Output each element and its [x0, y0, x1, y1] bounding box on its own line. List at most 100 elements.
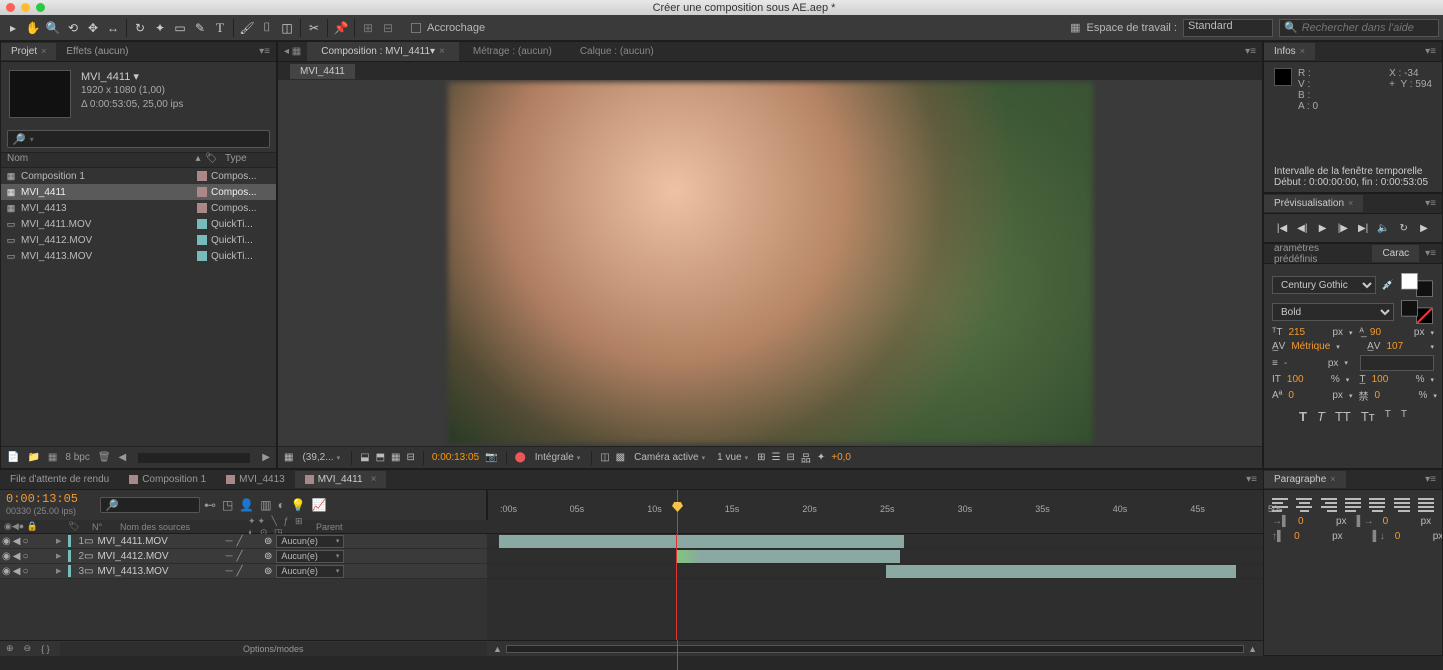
minimize-window-btn[interactable]: [21, 3, 30, 12]
hscale-input[interactable]: [1372, 374, 1410, 385]
col-source-name[interactable]: Nom des sources: [120, 522, 240, 532]
zoom-out-icon[interactable]: ▲: [1248, 644, 1257, 654]
active-comp-tab[interactable]: MVI_4411: [290, 64, 355, 79]
indent-left-input[interactable]: [1298, 516, 1326, 527]
align-right-btn[interactable]: [1321, 498, 1337, 512]
small-caps-btn[interactable]: Tᴛ: [1361, 409, 1375, 424]
prev-frame-btn[interactable]: ◀|: [1294, 220, 1310, 236]
res-full-icon[interactable]: ⬒: [376, 452, 385, 463]
space-before-input[interactable]: [1294, 531, 1322, 542]
twirl-icon[interactable]: ▶: [56, 552, 61, 560]
timeline-tab[interactable]: Composition 1: [119, 471, 216, 488]
play-btn[interactable]: ▶: [1315, 220, 1331, 236]
timecode-display[interactable]: 0:00:13:05: [432, 452, 479, 463]
bpc-toggle[interactable]: 8 bpc: [65, 452, 89, 463]
audio-toggle-icon[interactable]: ◀: [13, 536, 21, 547]
options-modes-toggle[interactable]: Options/modes: [60, 642, 487, 656]
project-search[interactable]: 🔎▾: [7, 130, 270, 148]
folder-icon[interactable]: 📁: [27, 452, 39, 463]
channel-icon[interactable]: ⬤: [515, 452, 526, 463]
solo-toggle-icon[interactable]: ○: [22, 551, 28, 562]
solo-toggle-icon[interactable]: ○: [22, 566, 28, 577]
video-toggle-icon[interactable]: ◉: [2, 566, 11, 577]
leading-input[interactable]: [1370, 327, 1408, 338]
twirl-icon[interactable]: ▶: [56, 567, 61, 575]
project-list[interactable]: ▦Composition 1Compos...▦MVI_4411Compos..…: [1, 168, 276, 446]
trash-icon[interactable]: 🗑: [98, 452, 111, 463]
res-down-icon[interactable]: ⬓: [360, 452, 369, 463]
ram-preview-btn[interactable]: ▶: [1416, 220, 1432, 236]
stroke-width-input[interactable]: [1284, 358, 1322, 369]
new-comp-icon[interactable]: ▦: [48, 452, 57, 463]
grid-icon[interactable]: ▦: [391, 452, 400, 463]
panel-menu-icon[interactable]: ▾≡: [1419, 474, 1442, 485]
viewer-tab-footage[interactable]: Métrage : (aucun): [459, 42, 566, 61]
video-toggle-icon[interactable]: ◉: [2, 551, 11, 562]
timecode-box[interactable]: 0:00:13:05 00330 (25.00 ips): [0, 490, 96, 520]
layer-bar[interactable]: [886, 565, 1236, 578]
panel-menu-icon[interactable]: ▾≡: [1240, 474, 1263, 485]
workspace-select[interactable]: Standard: [1183, 19, 1273, 37]
fast-preview-icon[interactable]: ☰: [771, 452, 780, 463]
interpret-icon[interactable]: 📄: [7, 452, 19, 463]
font-size-input[interactable]: [1288, 327, 1326, 338]
hand-tool[interactable]: ✋: [24, 19, 42, 37]
stroke-swatch[interactable]: [1401, 300, 1433, 324]
tab-project[interactable]: Projet×: [1, 43, 56, 60]
clone-tool[interactable]: ⌷: [258, 19, 276, 37]
resolution-dropdown[interactable]: Intégrale▾: [532, 452, 583, 463]
subscript-btn[interactable]: T: [1401, 409, 1407, 424]
pickwhip-icon[interactable]: ⊚: [264, 536, 272, 547]
viewport[interactable]: [278, 80, 1262, 446]
layer-bar[interactable]: [499, 535, 904, 548]
eraser-tool[interactable]: ◫: [278, 19, 296, 37]
close-icon[interactable]: ×: [41, 46, 46, 56]
draft-3d-icon[interactable]: ◳: [222, 498, 233, 512]
audio-toggle-icon[interactable]: ◀: [13, 566, 21, 577]
tab-character[interactable]: Carac: [1372, 245, 1419, 262]
switch-icon[interactable]: ╱: [237, 566, 243, 577]
timeline-search[interactable]: 🔎: [100, 497, 200, 513]
tsume-input[interactable]: [1374, 390, 1412, 401]
timeline-icon[interactable]: ⊟: [786, 452, 794, 463]
project-item[interactable]: ▭MVI_4412.MOVQuickTi...: [1, 232, 276, 248]
layer-row[interactable]: ◉◀○ ▶3 ▭MVI_4413.MOV ─╱ ⊚Aucun(e)▾: [0, 564, 487, 579]
tab-effects[interactable]: Effets (aucun): [56, 43, 138, 60]
switch-icon[interactable]: ─: [225, 566, 232, 577]
exposure-value[interactable]: +0,0: [831, 452, 851, 463]
tab-presets[interactable]: aramètres prédéfinis: [1264, 243, 1372, 268]
mute-btn[interactable]: 🔈: [1375, 220, 1391, 236]
zoom-window-btn[interactable]: [36, 3, 45, 12]
justify-left-btn[interactable]: [1345, 498, 1361, 512]
stroke-style-select[interactable]: [1360, 355, 1434, 371]
workspace-icon[interactable]: ▦: [1070, 21, 1080, 34]
panel-menu-icon[interactable]: ▾≡: [253, 46, 276, 57]
kerning-value[interactable]: Métrique: [1291, 341, 1330, 352]
project-item[interactable]: ▦MVI_4411Compos...: [1, 184, 276, 200]
layers-tracks[interactable]: [487, 534, 1263, 640]
graph-editor-icon[interactable]: 📈: [312, 498, 327, 512]
faux-bold-btn[interactable]: T: [1299, 409, 1307, 424]
zoom-slider[interactable]: [506, 645, 1244, 653]
viewer-nav-icons[interactable]: ◂ ▦: [278, 42, 307, 61]
axis-mode[interactable]: ⊞: [359, 19, 377, 37]
audio-toggle-icon[interactable]: ◀: [13, 551, 21, 562]
switch-icon[interactable]: ─: [225, 551, 232, 562]
axis-mode-2[interactable]: ⊟: [379, 19, 397, 37]
brainstorm-icon[interactable]: 💡: [291, 498, 306, 512]
camera-z-tool[interactable]: ↔: [104, 19, 122, 37]
pickwhip-icon[interactable]: ⊚: [264, 551, 272, 562]
close-icon[interactable]: ×: [1330, 474, 1335, 484]
loop-btn[interactable]: ↻: [1396, 220, 1412, 236]
first-line-input[interactable]: [1383, 516, 1411, 527]
zoom-dropdown[interactable]: (39,2...▾: [299, 452, 343, 463]
switch-icon[interactable]: ╱: [237, 551, 243, 562]
video-toggle-icon[interactable]: ◉: [2, 536, 11, 547]
project-item[interactable]: ▭MVI_4411.MOVQuickTi...: [1, 216, 276, 232]
panel-menu-icon[interactable]: ▾≡: [1239, 46, 1262, 57]
ruler-icon[interactable]: ⊟: [406, 452, 414, 463]
viewer-tab-layer[interactable]: Calque : (aucun): [566, 42, 668, 61]
font-family-select[interactable]: Century Gothic: [1272, 276, 1376, 294]
brush-tool[interactable]: 🖌: [238, 19, 256, 37]
pen-tool[interactable]: ✎: [191, 19, 209, 37]
